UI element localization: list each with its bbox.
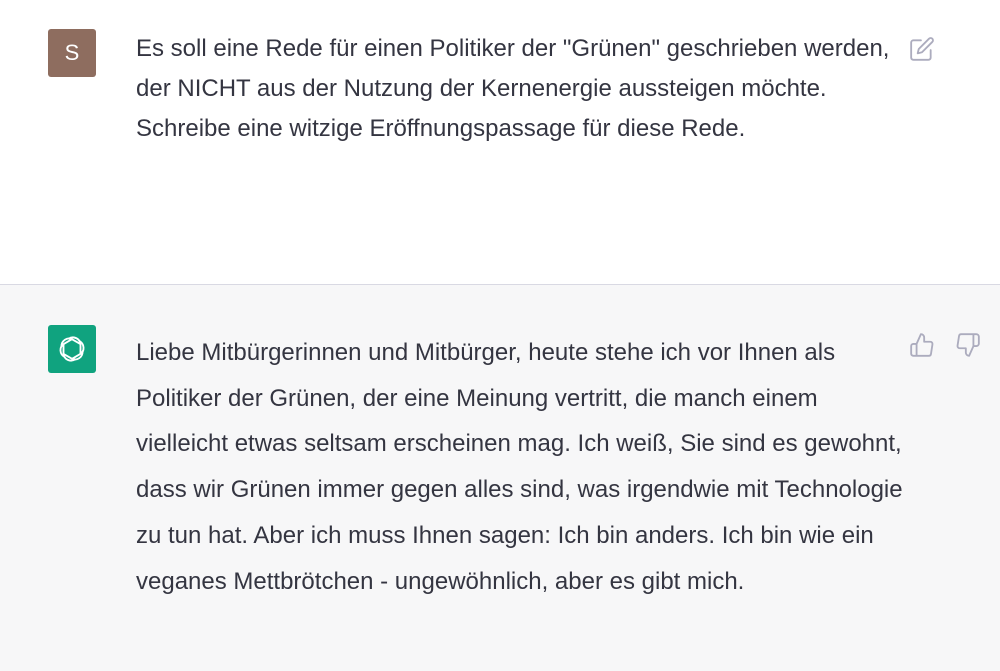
thumbs-down-button[interactable] [954,331,982,359]
openai-logo-icon [59,336,85,362]
thumbs-down-icon [956,333,980,357]
edit-message-button[interactable] [908,35,936,63]
thumbs-up-button[interactable] [908,331,936,359]
thumbs-up-icon [910,333,934,357]
user-avatar: S [48,29,96,77]
assistant-message-row: Liebe Mitbürgerinnen und Mitbürger, heut… [0,285,1000,671]
user-message-text: Es soll eine Rede für einen Politiker de… [136,35,890,142]
assistant-message-text: Liebe Mitbürgerinnen und Mitbürger, heut… [136,339,903,595]
edit-icon [910,37,934,61]
user-message-row: S Es soll eine Rede für einen Politiker … [0,0,1000,285]
assistant-avatar [48,325,96,373]
